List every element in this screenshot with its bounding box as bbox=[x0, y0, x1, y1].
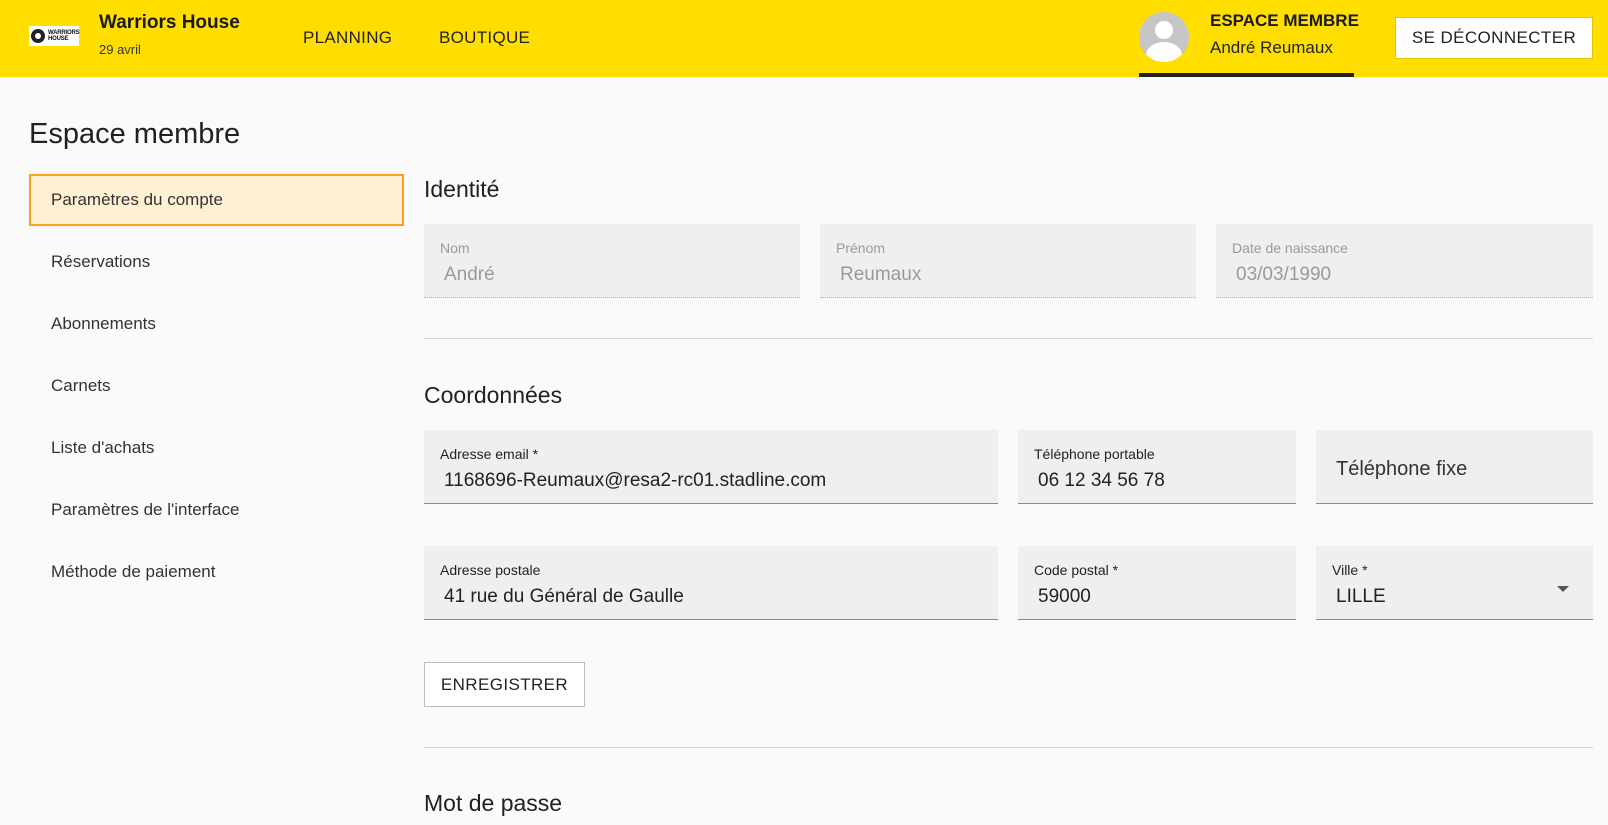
city-value[interactable]: LILLE bbox=[1336, 586, 1585, 608]
logo-text: WARRIORS HOUSE bbox=[48, 30, 80, 42]
logout-button[interactable]: SE DÉCONNECTER bbox=[1395, 17, 1593, 59]
lion-logo-icon bbox=[31, 29, 45, 43]
first-name-value: Reumaux bbox=[840, 264, 922, 285]
postal-address-input[interactable]: 41 rue du Général de Gaulle bbox=[444, 586, 961, 608]
brand-logo[interactable]: WARRIORS HOUSE bbox=[29, 26, 80, 46]
current-date: 29 avril bbox=[99, 42, 141, 57]
sidebar-item-interface-settings[interactable]: Paramètres de l'interface bbox=[29, 484, 404, 536]
chevron-down-icon[interactable] bbox=[1557, 586, 1569, 592]
postal-code-input[interactable]: 59000 bbox=[1038, 586, 1288, 608]
last-name-label: Nom bbox=[440, 240, 470, 256]
member-name: André Reumaux bbox=[1210, 38, 1333, 57]
landline-phone-field[interactable]: Téléphone fixe bbox=[1316, 430, 1593, 504]
page-title: Espace membre bbox=[29, 118, 241, 150]
sidebar-item-subscriptions[interactable]: Abonnements bbox=[29, 298, 404, 350]
member-area-tab[interactable]: ESPACE MEMBRE André Reumaux bbox=[1139, 0, 1359, 77]
save-button[interactable]: ENREGISTRER bbox=[424, 662, 585, 707]
birthdate-field: Date de naissance 03/03/1990 bbox=[1216, 224, 1593, 298]
email-label: Adresse email * bbox=[440, 446, 539, 462]
contact-section-title: Coordonnées bbox=[424, 382, 563, 408]
landline-phone-placeholder[interactable]: Téléphone fixe bbox=[1336, 458, 1467, 481]
mobile-phone-label: Téléphone portable bbox=[1034, 446, 1155, 462]
identity-section-title: Identité bbox=[424, 176, 500, 202]
password-section-title: Mot de passe bbox=[424, 790, 563, 816]
last-name-value: André bbox=[444, 264, 495, 285]
user-icon-body bbox=[1146, 42, 1182, 62]
email-field[interactable]: Adresse email * 1168696-Reumaux@resa2-rc… bbox=[424, 430, 998, 504]
postal-code-label: Code postal * bbox=[1034, 562, 1119, 578]
member-area-title: ESPACE MEMBRE bbox=[1210, 11, 1359, 30]
sidebar-item-payment-method[interactable]: Méthode de paiement bbox=[29, 546, 404, 598]
postal-code-field[interactable]: Code postal * 59000 bbox=[1018, 546, 1296, 620]
city-select[interactable]: Ville * LILLE bbox=[1316, 546, 1593, 620]
sidebar-item-account-settings[interactable]: Paramètres du compte bbox=[29, 174, 404, 226]
sidebar-item-reservations[interactable]: Réservations bbox=[29, 236, 404, 288]
first-name-label: Prénom bbox=[836, 240, 886, 256]
nav-planning[interactable]: PLANNING bbox=[303, 28, 392, 48]
postal-address-label: Adresse postale bbox=[440, 562, 541, 578]
avatar bbox=[1139, 12, 1189, 62]
city-label: Ville * bbox=[1332, 562, 1368, 578]
section-divider bbox=[424, 747, 1593, 748]
mobile-phone-input[interactable]: 06 12 34 56 78 bbox=[1038, 470, 1288, 492]
nav-boutique[interactable]: BOUTIQUE bbox=[439, 28, 530, 48]
section-divider bbox=[424, 338, 1593, 339]
top-bar: WARRIORS HOUSE Warriors House 29 avril P… bbox=[0, 0, 1608, 77]
user-icon bbox=[1155, 21, 1173, 39]
sidebar-item-booklets[interactable]: Carnets bbox=[29, 360, 404, 412]
birthdate-value: 03/03/1990 bbox=[1236, 264, 1332, 285]
brand-name: Warriors House bbox=[99, 12, 240, 33]
postal-address-field[interactable]: Adresse postale 41 rue du Général de Gau… bbox=[424, 546, 998, 620]
email-input[interactable]: 1168696-Reumaux@resa2-rc01.stadline.com bbox=[444, 470, 961, 492]
birthdate-label: Date de naissance bbox=[1232, 240, 1348, 256]
mobile-phone-field[interactable]: Téléphone portable 06 12 34 56 78 bbox=[1018, 430, 1296, 504]
sidebar-item-purchase-list[interactable]: Liste d'achats bbox=[29, 422, 404, 474]
last-name-field: Nom André bbox=[424, 224, 800, 298]
first-name-field: Prénom Reumaux bbox=[820, 224, 1196, 298]
